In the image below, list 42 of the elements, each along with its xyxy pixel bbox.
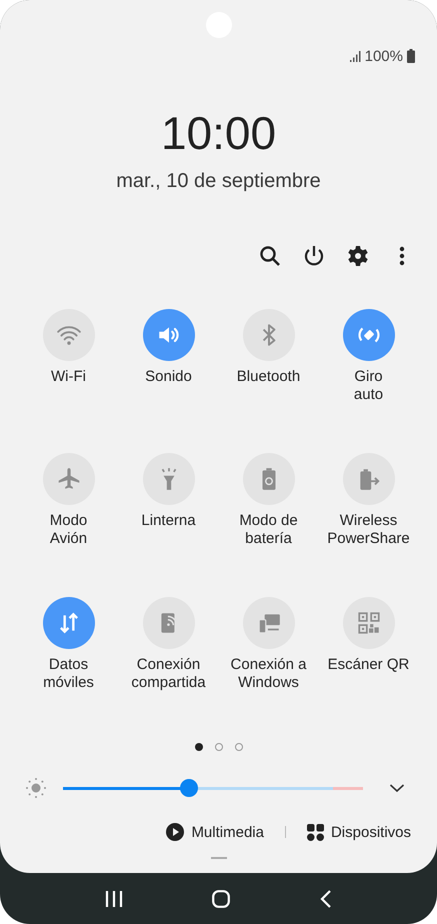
devices-button[interactable]: Dispositivos xyxy=(306,824,411,840)
tile-label: Escáner QR xyxy=(328,656,410,674)
tile-button[interactable] xyxy=(142,453,194,505)
tile-label: Conexión a Windows xyxy=(230,656,306,692)
chevron-down-icon[interactable] xyxy=(389,783,405,793)
tile-label: Giro auto xyxy=(354,368,384,404)
tile-label: Conexión compartida xyxy=(131,656,206,692)
page-indicator-dot[interactable] xyxy=(194,743,202,751)
battery-icon xyxy=(407,49,415,63)
page-indicator-dot[interactable] xyxy=(214,743,222,751)
tile-button[interactable] xyxy=(42,453,94,505)
tile-label: Wi-Fi xyxy=(51,368,86,386)
tile-label: Wireless PowerShare xyxy=(327,512,410,548)
clock-time: 10:00 xyxy=(160,108,276,158)
drag-handle[interactable] xyxy=(210,857,226,859)
recent-apps-icon[interactable] xyxy=(104,890,123,906)
tile-label: Datos móviles xyxy=(43,656,94,692)
tile-label: Bluetooth xyxy=(236,368,300,386)
tile-button[interactable] xyxy=(142,597,194,649)
multimedia-button[interactable]: Multimedia xyxy=(166,823,264,841)
tile-button[interactable] xyxy=(42,309,94,361)
tile-button[interactable] xyxy=(42,597,94,649)
brightness-icon xyxy=(25,777,47,799)
grid-icon xyxy=(306,824,324,840)
back-icon[interactable] xyxy=(320,890,332,908)
slider-thumb[interactable] xyxy=(180,779,198,797)
tile-label: Modo Avión xyxy=(50,512,88,548)
tile-button[interactable] xyxy=(142,309,194,361)
tile-button[interactable] xyxy=(342,309,394,361)
tile-label: Modo de batería xyxy=(239,512,298,548)
clock-date: mar., 10 de septiembre xyxy=(116,169,321,193)
tile-label: Linterna xyxy=(141,512,196,530)
tile-icon xyxy=(356,610,382,636)
page-indicator-dot[interactable] xyxy=(234,743,242,751)
tile-label: Sonido xyxy=(145,368,192,386)
battery-percentage: 100% xyxy=(364,48,403,64)
play-icon xyxy=(166,823,184,841)
home-icon[interactable] xyxy=(212,890,230,908)
signal-icon xyxy=(348,50,361,62)
power-icon[interactable] xyxy=(302,244,326,268)
search-icon[interactable] xyxy=(258,244,282,268)
settings-icon[interactable] xyxy=(346,244,370,268)
